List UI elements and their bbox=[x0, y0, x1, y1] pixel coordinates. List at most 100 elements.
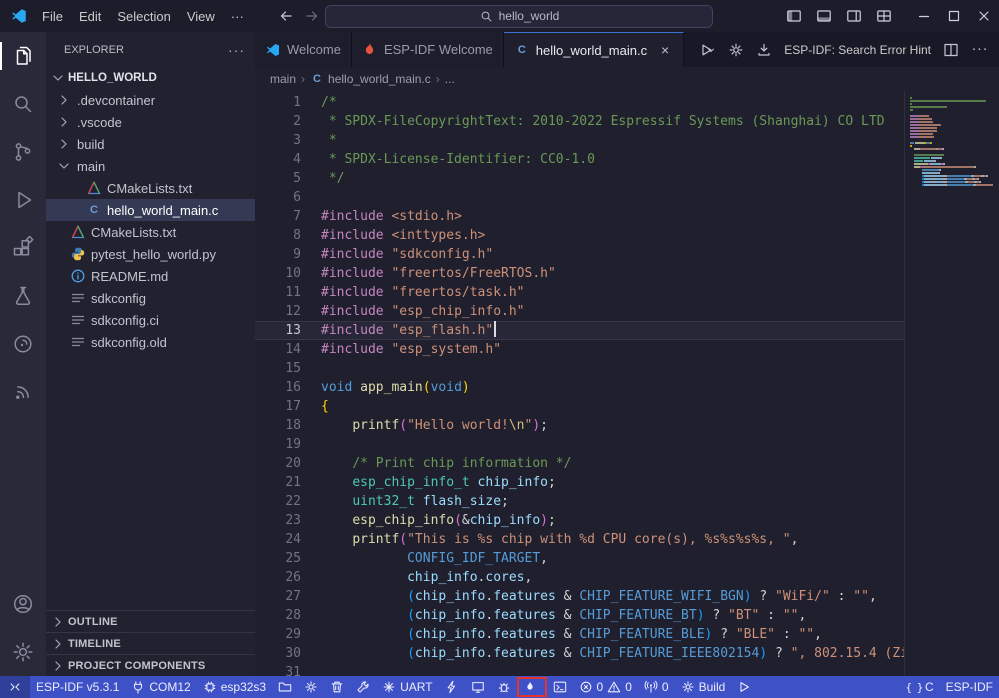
forward-icon[interactable] bbox=[304, 8, 320, 24]
line-number[interactable]: 24 bbox=[255, 530, 301, 549]
tree-item-main[interactable]: main bbox=[46, 155, 255, 177]
status-monitor[interactable] bbox=[465, 676, 491, 698]
code-line[interactable]: 29 (chip_info.features & CHIP_FEATURE_BL… bbox=[255, 625, 904, 644]
code-line[interactable]: 15 bbox=[255, 359, 904, 378]
code-line[interactable]: 27 (chip_info.features & CHIP_FEATURE_WI… bbox=[255, 587, 904, 606]
status-language-mode[interactable]: { }C bbox=[901, 676, 940, 698]
line-number[interactable]: 10 bbox=[255, 264, 301, 283]
code-line[interactable]: 17{ bbox=[255, 397, 904, 416]
tree-item-pytest-hello-world-py[interactable]: pytest_hello_world.py bbox=[46, 243, 255, 265]
line-number[interactable]: 25 bbox=[255, 549, 301, 568]
line-number[interactable]: 11 bbox=[255, 283, 301, 302]
line-number[interactable]: 2 bbox=[255, 112, 301, 131]
code-line[interactable]: 20 /* Print chip information */ bbox=[255, 454, 904, 473]
activity-bar-item-source-control[interactable] bbox=[0, 128, 46, 176]
line-number[interactable]: 30 bbox=[255, 644, 301, 663]
code-line[interactable]: 6 bbox=[255, 188, 904, 207]
code-line[interactable]: 22 uint32_t flash_size; bbox=[255, 492, 904, 511]
tab-hello-world-main-c[interactable]: Chello_world_main.c× bbox=[504, 32, 684, 67]
section-outline[interactable]: OUTLINE bbox=[46, 610, 255, 632]
code-line[interactable]: 14#include "esp_system.h" bbox=[255, 340, 904, 359]
line-number[interactable]: 12 bbox=[255, 302, 301, 321]
tree-item-hello-world-main-c[interactable]: Chello_world_main.c bbox=[46, 199, 255, 221]
code-editor[interactable]: 1/*2 * SPDX-FileCopyrightText: 2010-2022… bbox=[255, 91, 904, 676]
tab-esp-idf-welcome[interactable]: ESP-IDF Welcome bbox=[352, 32, 504, 67]
code-line[interactable]: 8#include <inttypes.h> bbox=[255, 226, 904, 245]
line-number[interactable]: 29 bbox=[255, 625, 301, 644]
breadcrumb-item[interactable]: ... bbox=[445, 72, 455, 86]
breadcrumb-item[interactable]: main bbox=[270, 72, 296, 86]
command-center-search[interactable]: hello_world bbox=[325, 5, 713, 28]
tree-item-build[interactable]: build bbox=[46, 133, 255, 155]
line-number[interactable]: 19 bbox=[255, 435, 301, 454]
activity-bar-item-search[interactable] bbox=[0, 80, 46, 128]
tree-item-sdkconfig[interactable]: sdkconfig bbox=[46, 287, 255, 309]
status-device-target[interactable]: esp32s3 bbox=[197, 676, 272, 698]
run-file-button[interactable] bbox=[698, 42, 716, 58]
line-number[interactable]: 21 bbox=[255, 473, 301, 492]
line-number[interactable]: 28 bbox=[255, 606, 301, 625]
status-debug[interactable] bbox=[491, 676, 517, 698]
section-project-components[interactable]: PROJECT COMPONENTS bbox=[46, 654, 255, 676]
status-esp-idf-extension[interactable]: ESP-IDF bbox=[940, 676, 999, 698]
status-full-clean[interactable] bbox=[324, 676, 350, 698]
line-number[interactable]: 9 bbox=[255, 245, 301, 264]
code-line[interactable]: 16void app_main(void) bbox=[255, 378, 904, 397]
activity-bar-item-run-and-debug[interactable] bbox=[0, 176, 46, 224]
code-line[interactable]: 28 (chip_info.features & CHIP_FEATURE_BT… bbox=[255, 606, 904, 625]
menu-[interactable]: ··· bbox=[223, 5, 252, 28]
status-serial-port[interactable]: COM12 bbox=[125, 676, 196, 698]
line-number[interactable]: 14 bbox=[255, 340, 301, 359]
menu-view[interactable]: View bbox=[179, 5, 223, 28]
code-line[interactable]: 31 bbox=[255, 663, 904, 676]
line-number[interactable]: 15 bbox=[255, 359, 301, 378]
status-flash-method[interactable]: UART bbox=[376, 676, 438, 698]
menu-edit[interactable]: Edit bbox=[71, 5, 109, 28]
line-number[interactable]: 20 bbox=[255, 454, 301, 473]
line-number[interactable]: 31 bbox=[255, 663, 301, 676]
code-line[interactable]: 11#include "freertos/task.h" bbox=[255, 283, 904, 302]
status-remote[interactable] bbox=[0, 676, 30, 698]
line-number[interactable]: 23 bbox=[255, 511, 301, 530]
minimize-button[interactable] bbox=[909, 0, 939, 32]
toggle-panel-button[interactable] bbox=[809, 0, 839, 32]
line-number[interactable]: 17 bbox=[255, 397, 301, 416]
split-editor-button[interactable] bbox=[943, 42, 959, 58]
close-tab-icon[interactable]: × bbox=[657, 42, 673, 58]
line-number[interactable]: 18 bbox=[255, 416, 301, 435]
status-esp-idf-version[interactable]: ESP-IDF v5.3.1 bbox=[30, 676, 125, 698]
status-cmake-build[interactable]: Build bbox=[675, 676, 732, 698]
code-line[interactable]: 25 CONFIG_IDF_TARGET, bbox=[255, 549, 904, 568]
line-number[interactable]: 6 bbox=[255, 188, 301, 207]
line-number[interactable]: 5 bbox=[255, 169, 301, 188]
code-line[interactable]: 10#include "freertos/FreeRTOS.h" bbox=[255, 264, 904, 283]
tab-welcome[interactable]: Welcome bbox=[255, 32, 352, 67]
code-line[interactable]: 2 * SPDX-FileCopyrightText: 2010-2022 Es… bbox=[255, 112, 904, 131]
tree-item-cmakelists-txt[interactable]: CMakeLists.txt bbox=[46, 177, 255, 199]
code-line[interactable]: 13#include "esp_flash.h" bbox=[255, 321, 904, 340]
code-line[interactable]: 24 printf("This is %s chip with %d CPU c… bbox=[255, 530, 904, 549]
activity-bar-item-explorer[interactable] bbox=[0, 32, 46, 80]
line-number[interactable]: 3 bbox=[255, 131, 301, 150]
tree-item-sdkconfig-old[interactable]: sdkconfig.old bbox=[46, 331, 255, 353]
code-line[interactable]: 1/* bbox=[255, 93, 904, 112]
status-build-project[interactable] bbox=[350, 676, 376, 698]
install-extension-button[interactable] bbox=[756, 42, 772, 58]
status-flash[interactable] bbox=[439, 676, 465, 698]
line-number[interactable]: 1 bbox=[255, 93, 301, 112]
esp-idf-settings-button[interactable] bbox=[728, 42, 744, 58]
section-timeline[interactable]: TIMELINE bbox=[46, 632, 255, 654]
activity-bar-item-accounts[interactable] bbox=[0, 580, 46, 628]
code-line[interactable]: 19 bbox=[255, 435, 904, 454]
code-line[interactable]: 9#include "sdkconfig.h" bbox=[255, 245, 904, 264]
code-line[interactable]: 7#include <stdio.h> bbox=[255, 207, 904, 226]
code-line[interactable]: 23 esp_chip_info(&chip_info); bbox=[255, 511, 904, 530]
back-icon[interactable] bbox=[278, 8, 294, 24]
line-number[interactable]: 27 bbox=[255, 587, 301, 606]
activity-bar-item-espressif[interactable] bbox=[0, 368, 46, 416]
breadcrumb-item[interactable]: Chello_world_main.c bbox=[310, 72, 431, 86]
menu-selection[interactable]: Selection bbox=[109, 5, 178, 28]
more-actions-button[interactable]: ··· bbox=[971, 42, 987, 58]
toggle-secondary-sidebar-button[interactable] bbox=[839, 0, 869, 32]
code-line[interactable]: 3 * bbox=[255, 131, 904, 150]
